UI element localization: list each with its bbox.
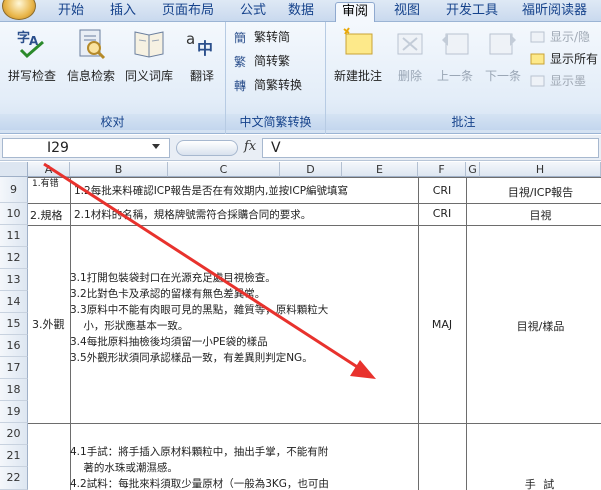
worksheet-grid[interactable]: A B C D E F G H 9 10 11 12 13 14 15 16 1…	[0, 162, 601, 490]
chinese-conversion-label: 简繁转换	[254, 78, 303, 92]
delete-comment-button[interactable]: 删除	[390, 26, 430, 84]
previous-comment-icon	[442, 33, 469, 55]
svg-text:中: 中	[197, 39, 213, 58]
chinese-conversion-group: 簡 繁转简 繁 简转繁 轉 简繁转换 中文简繁转换	[226, 22, 326, 134]
tab-formulas[interactable]: 公式	[234, 2, 272, 22]
spell-check-icon: 字 A	[17, 30, 44, 59]
annotation-arrow-icon	[43, 162, 376, 379]
thesaurus-label: 同义词库	[124, 69, 173, 83]
simplified-to-traditional-icon: 繁	[234, 54, 246, 69]
previous-comment-label: 上一条	[436, 69, 473, 83]
svg-text:a: a	[186, 30, 195, 48]
formula-bar: I29 fx V	[0, 135, 601, 161]
svg-text:轉: 轉	[234, 79, 246, 93]
ribbon: 字 A 拼写检查 信息检索 同义词库 a 中 翻译 校对 簡 繁转简 繁 简转繁…	[0, 22, 601, 134]
delete-comment-label: 删除	[397, 69, 422, 83]
traditional-to-simplified-button[interactable]: 簡 繁转简	[234, 28, 290, 46]
formula-bar-resize-handle[interactable]	[176, 140, 238, 156]
thesaurus-book-icon	[134, 31, 164, 58]
show-ink-button[interactable]: 显示墨	[530, 72, 586, 90]
show-hide-comment-icon	[530, 31, 545, 43]
tab-data[interactable]: 数据	[282, 2, 320, 22]
translate-label: 翻译	[189, 69, 214, 83]
show-hide-comment-button[interactable]: 显示/隐	[530, 28, 590, 46]
next-comment-label: 下一条	[484, 69, 521, 83]
simplified-to-traditional-label: 简转繁	[254, 54, 291, 68]
delete-comment-icon	[397, 33, 423, 55]
svg-text:繁: 繁	[234, 54, 246, 69]
previous-comment-button[interactable]: 上一条	[432, 26, 478, 84]
tab-foxit-reader[interactable]: 福昕阅读器	[516, 2, 593, 22]
show-all-comments-icon	[530, 53, 545, 65]
tab-insert[interactable]: 插入	[104, 2, 142, 22]
insert-function-icon[interactable]: fx	[244, 139, 256, 154]
comments-group-label: 批注	[326, 114, 601, 130]
proofing-group-label: 校对	[0, 114, 225, 130]
ribbon-tab-bar: 开始 插入 页面布局 公式 数据 审阅 视图 开发工具 福昕阅读器	[0, 0, 601, 22]
translate-icon: a 中	[186, 30, 213, 58]
svg-text:簡: 簡	[234, 30, 246, 45]
show-hide-comment-label: 显示/隐	[550, 30, 591, 44]
show-ink-icon	[530, 75, 545, 87]
chinese-conversion-group-label: 中文简繁转换	[226, 114, 325, 130]
show-ink-label: 显示墨	[550, 74, 587, 88]
proofing-group: 字 A 拼写检查 信息检索 同义词库 a 中 翻译 校对	[0, 22, 226, 134]
chinese-conversion-button[interactable]: 轉 简繁转换	[234, 76, 302, 94]
simplified-to-traditional-button[interactable]: 繁 简转繁	[234, 52, 290, 70]
new-comment-button[interactable]: 新建批注	[328, 26, 388, 84]
next-comment-button[interactable]: 下一条	[480, 26, 526, 84]
research-icon	[79, 29, 106, 60]
new-comment-icon	[343, 27, 373, 55]
name-box[interactable]: I29	[2, 138, 170, 158]
show-all-comments-button[interactable]: 显示所有	[530, 50, 598, 68]
name-box-dropdown-icon[interactable]	[152, 144, 160, 149]
comments-group: 新建批注 删除 上一条 下一条 显示/隐 显示所有 显示墨 批注	[326, 22, 601, 134]
traditional-to-simplified-icon: 簡	[234, 30, 246, 45]
thesaurus-button[interactable]: 同义词库	[120, 26, 178, 84]
tab-home[interactable]: 开始	[52, 2, 90, 22]
tab-review[interactable]: 审阅	[335, 2, 376, 22]
research-button[interactable]: 信息检索	[62, 26, 120, 84]
show-all-comments-label: 显示所有	[550, 52, 599, 66]
research-label: 信息检索	[66, 69, 115, 83]
spell-check-button[interactable]: 字 A 拼写检查	[2, 26, 62, 84]
tab-page-layout[interactable]: 页面布局	[156, 2, 220, 22]
tab-view[interactable]: 视图	[388, 2, 426, 22]
office-button-icon[interactable]	[2, 0, 36, 20]
translate-button[interactable]: a 中 翻译	[180, 26, 224, 84]
spell-check-label: 拼写检查	[7, 69, 56, 83]
formula-input[interactable]: V	[262, 138, 599, 158]
traditional-to-simplified-label: 繁转简	[254, 30, 291, 44]
chinese-conversion-icon: 轉	[234, 79, 246, 93]
new-comment-label: 新建批注	[333, 69, 382, 83]
next-comment-icon	[489, 33, 516, 55]
tab-developer[interactable]: 开发工具	[440, 2, 504, 22]
